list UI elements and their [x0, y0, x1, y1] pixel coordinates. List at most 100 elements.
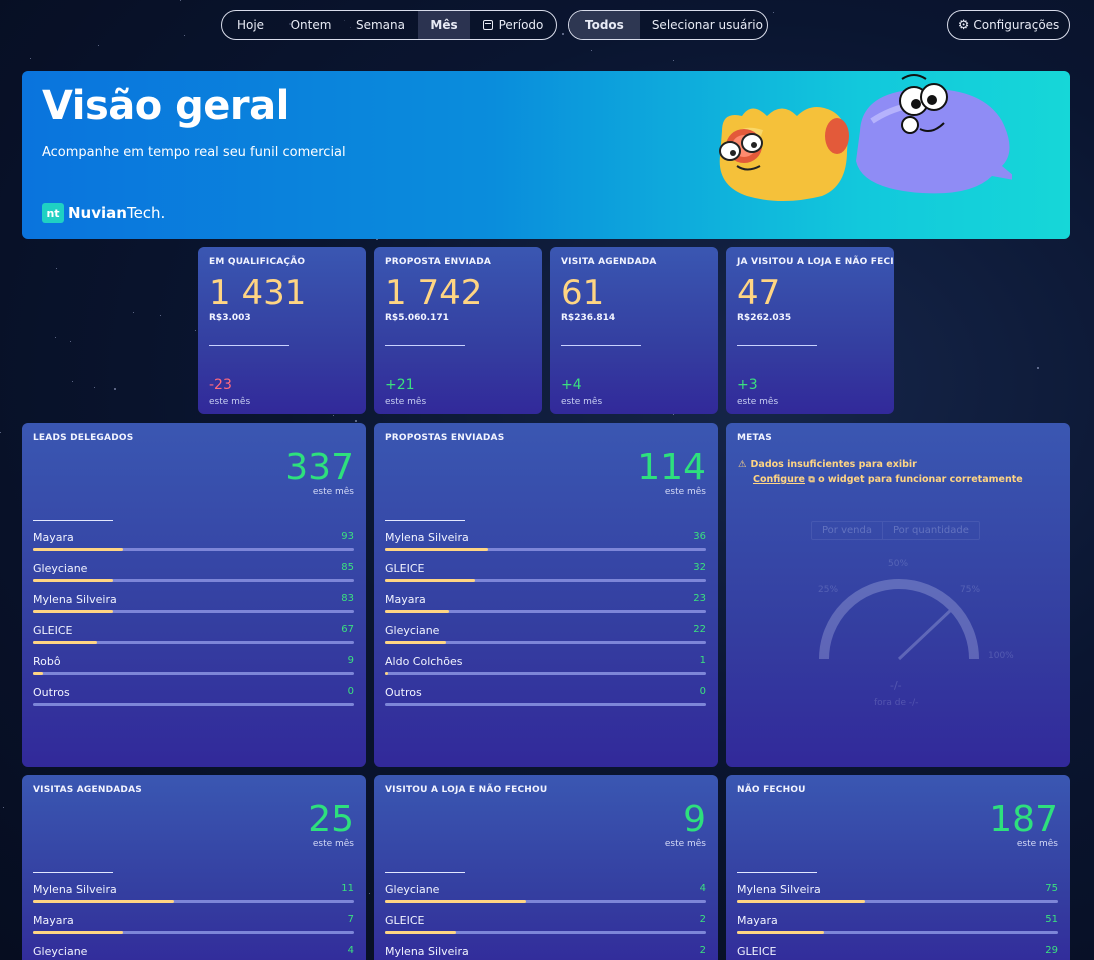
- progress-track: [385, 931, 706, 934]
- progress-track: [737, 900, 1058, 903]
- list-item-value: 85: [341, 562, 354, 573]
- progress-fill: [385, 610, 450, 613]
- progress-track: [385, 672, 706, 675]
- hero-banner: Visão geral Acompanhe em tempo real seu …: [22, 71, 1070, 239]
- settings-label: Configurações: [973, 18, 1060, 32]
- list-item-value: 11: [341, 883, 354, 894]
- list-item-name: Mylena Silveira: [385, 531, 469, 544]
- star: [673, 414, 674, 415]
- stat-value: 1 431: [209, 273, 307, 313]
- list-item-value: 93: [341, 531, 354, 542]
- warning-icon: ⚠: [738, 459, 747, 470]
- ranking-list: Mylena Silveira 36 GLEICE 32 Mayara 23 Gleycia…: [385, 531, 706, 717]
- progress-fill: [737, 931, 824, 934]
- list-item-name: Mayara: [737, 914, 778, 927]
- list-item-name: Mayara: [33, 914, 74, 927]
- list-item: Mayara 7: [33, 914, 354, 945]
- progress-track: [385, 703, 706, 706]
- list-item: Mylena Silveira 2: [385, 945, 706, 960]
- progress-track: [385, 641, 706, 644]
- list-item: Gleyciane 85: [33, 562, 354, 593]
- list-item-value: 75: [1045, 883, 1058, 894]
- period-option-ontem[interactable]: Ontem: [279, 11, 343, 39]
- card-title: NÃO FECHOU: [737, 785, 806, 795]
- progress-fill: [33, 641, 98, 644]
- stat-title: VISITA AGENDADA: [561, 257, 657, 267]
- list-item: Mayara 51: [737, 914, 1058, 945]
- period-option-label: Período: [498, 18, 544, 32]
- period-selector: Hoje Ontem Semana Mês Período: [221, 10, 557, 40]
- progress-track: [385, 900, 706, 903]
- warning-text: o widget para funcionar corretamente: [818, 474, 1023, 485]
- ranking-list: Gleyciane 4 GLEICE 2 Mylena Silveira 2: [385, 883, 706, 960]
- list-item-value: 32: [693, 562, 706, 573]
- select-user-dropdown[interactable]: Selecionar usuário: [640, 11, 767, 39]
- card-title: VISITOU A LOJA E NÃO FECHOU: [385, 785, 548, 795]
- progress-fill: [385, 931, 456, 934]
- card-title: VISITAS AGENDADAS: [33, 785, 142, 795]
- stat-delta: +3: [737, 377, 758, 393]
- settings-button[interactable]: ⚙ Configurações: [947, 10, 1070, 40]
- card-total-caption: este mês: [664, 487, 706, 497]
- stat-title: PROPOSTA ENVIADA: [385, 257, 492, 267]
- star: [114, 388, 116, 390]
- period-option-hoje[interactable]: Hoje: [222, 11, 279, 39]
- list-item-value: 29: [1045, 945, 1058, 956]
- list-item: Mylena Silveira 36: [385, 531, 706, 562]
- list-item-value: 67: [341, 624, 354, 635]
- stat-delta: -23: [209, 377, 232, 393]
- progress-track: [33, 579, 354, 582]
- list-item: GLEICE 2: [385, 914, 706, 945]
- star: [72, 381, 73, 382]
- leads-delegados-card: LEADS DELEGADOS 337 este mês Mayara 93 Gle…: [22, 423, 366, 767]
- progress-fill: [33, 610, 114, 613]
- page-subtitle: Acompanhe em tempo real seu funil comerc…: [42, 145, 346, 160]
- list-item: GLEICE 29: [737, 945, 1058, 960]
- stat-value: 61: [561, 273, 605, 313]
- card-total: 187: [989, 799, 1058, 840]
- all-users-label: Todos: [585, 18, 624, 32]
- card-title: PROPOSTAS ENVIADAS: [385, 433, 505, 443]
- list-item: Mylena Silveira 83: [33, 593, 354, 624]
- configure-link[interactable]: Configure: [753, 474, 805, 485]
- list-item: Mayara 23: [385, 593, 706, 624]
- gear-icon: ⚙: [957, 17, 970, 33]
- list-item: Mylena Silveira 75: [737, 883, 1058, 914]
- list-item-name: Mayara: [385, 593, 426, 606]
- star: [94, 387, 95, 388]
- divider: [33, 872, 113, 873]
- star: [333, 415, 334, 416]
- stat-caption: este mês: [209, 397, 251, 407]
- list-item-value: 2: [699, 945, 706, 956]
- list-item-value: 23: [693, 593, 706, 604]
- progress-track: [33, 610, 354, 613]
- list-item: GLEICE 32: [385, 562, 706, 593]
- propostas-enviadas-card: PROPOSTAS ENVIADAS 114 este mês Mylena S…: [374, 423, 718, 767]
- period-option-semana[interactable]: Semana: [343, 11, 418, 39]
- star: [3, 807, 4, 808]
- period-option-mes[interactable]: Mês: [418, 11, 470, 39]
- tab-por-venda[interactable]: Por venda: [812, 522, 882, 539]
- card-total: 25: [308, 799, 354, 840]
- progress-track: [385, 610, 706, 613]
- list-item-name: Mylena Silveira: [33, 593, 117, 606]
- metas-mode-tabs: Por venda Por quantidade: [811, 521, 980, 540]
- all-users-option[interactable]: Todos: [569, 11, 640, 39]
- stat-money: R$5.060.171: [385, 313, 449, 323]
- list-item-name: Robô: [33, 655, 61, 668]
- card-total-caption: este mês: [1016, 839, 1058, 849]
- brand-mark: nt: [42, 203, 64, 223]
- period-option-periodo[interactable]: Período: [470, 11, 556, 39]
- star: [591, 50, 592, 51]
- progress-fill: [385, 548, 488, 551]
- stat-money: R$262.035: [737, 313, 792, 323]
- gauge-tick-25: 25%: [818, 585, 839, 595]
- list-item-value: 4: [699, 883, 706, 894]
- list-item-name: Outros: [33, 686, 70, 699]
- page-title: Visão geral: [42, 83, 289, 129]
- progress-track: [737, 931, 1058, 934]
- divider: [385, 345, 465, 346]
- stat-card-visitou-loja: JA VISITOU A LOJA E NÃO FECI 47 R$262.03…: [726, 247, 894, 414]
- tab-por-quantidade[interactable]: Por quantidade: [881, 522, 979, 539]
- list-item-name: Mylena Silveira: [737, 883, 821, 896]
